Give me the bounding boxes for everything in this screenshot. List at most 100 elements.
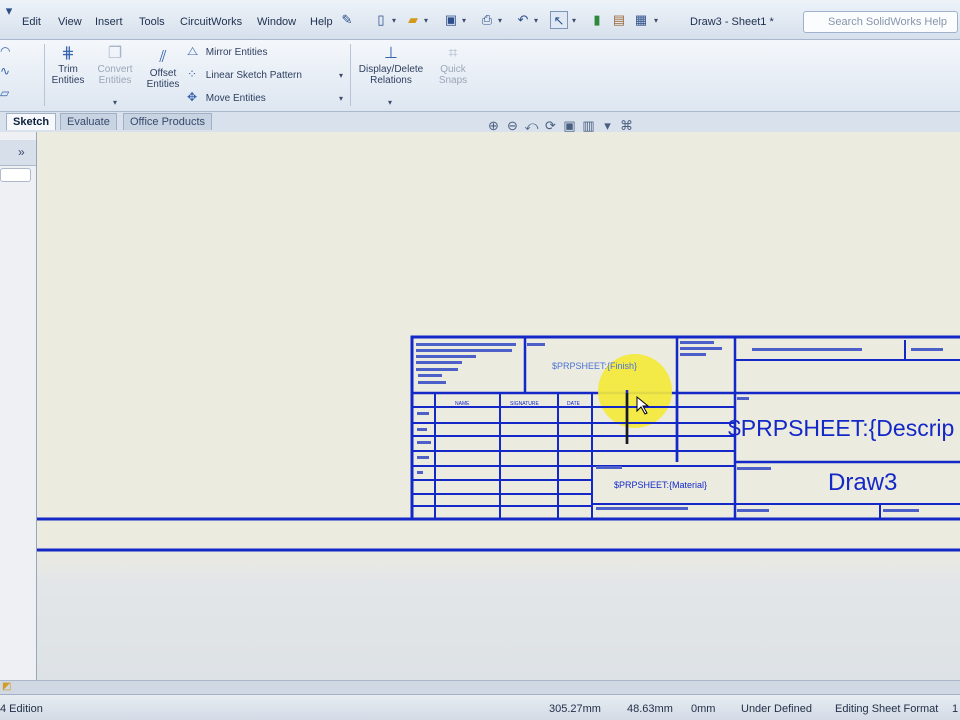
ribbon-separator (44, 44, 45, 106)
display-delete-relations-button[interactable]: ⊥ Display/Delete Relations (355, 44, 427, 86)
options-icon[interactable]: ▦ (632, 11, 650, 29)
finish-caption (527, 343, 545, 346)
expand-panel-icon[interactable]: » (18, 145, 25, 159)
print-dropdown-icon[interactable]: ▾ (498, 16, 502, 25)
save-icon[interactable]: ▣ (442, 11, 460, 29)
print-icon[interactable]: ⎙ (478, 11, 496, 29)
spline-icon[interactable]: ∿ (0, 64, 16, 78)
sheet-caption (883, 509, 919, 512)
ribbon-separator (350, 44, 351, 106)
trim-entities-button[interactable]: ⋕ Trim Entities (50, 44, 86, 86)
z-coordinate: 0mm (691, 703, 716, 715)
help-search-input[interactable]: Search SolidWorks Help (803, 11, 958, 33)
sketch-tools-icon[interactable]: ◠ (0, 44, 16, 58)
new-document-icon[interactable]: ▯ (372, 11, 390, 29)
signature-header: SIGNATURE (510, 401, 539, 407)
move-dropdown-icon[interactable]: ▾ (339, 94, 343, 103)
drawn-row-caption (417, 412, 429, 415)
menu-tools[interactable]: Tools (139, 16, 165, 28)
sheet-tab-icon[interactable]: ◩ (2, 681, 11, 692)
undo-dropdown-icon[interactable]: ▾ (534, 16, 538, 25)
command-manager: ◠ ∿ ▱ ⋕ Trim Entities ❐ Convert Entities… (0, 40, 960, 112)
menu-edit[interactable]: Edit (22, 16, 41, 28)
scale-caption (737, 509, 769, 512)
finish-field: $PRPSHEET:{Finish} (552, 361, 638, 371)
smart-dimension-icon[interactable]: ▱ (0, 86, 16, 100)
tab-sketch[interactable]: Sketch (6, 113, 57, 130)
mfg-appr-row-caption (417, 456, 429, 459)
convert-dropdown-icon[interactable]: ▾ (113, 98, 117, 107)
file-properties-icon[interactable]: ▤ (610, 11, 628, 29)
mirror-entities-label: Mirror Entities (205, 47, 268, 58)
trim-entities-label: Trim Entities (51, 64, 85, 86)
move-entities-label: Move Entities (205, 93, 266, 104)
offset-entities-label: Offset Entities (146, 68, 180, 90)
menu-window[interactable]: Window (257, 16, 296, 28)
material-caption (596, 466, 622, 469)
pin-icon[interactable]: ✎ (338, 11, 356, 29)
deburr-note-line (680, 347, 722, 350)
display-delete-relations-label: Display/Delete Relations (358, 64, 424, 86)
move-icon: ✥ (187, 90, 198, 104)
command-manager-tabs: Sketch Evaluate Office Products (0, 112, 960, 132)
menu-circuitworks[interactable]: CircuitWorks (180, 16, 242, 28)
tolerance-note-line (418, 381, 446, 384)
menu-help[interactable]: Help (310, 16, 333, 28)
pattern-dropdown-icon[interactable]: ▾ (339, 71, 343, 80)
title-caption (737, 397, 749, 400)
save-dropdown-icon[interactable]: ▾ (462, 16, 466, 25)
options-dropdown-icon[interactable]: ▾ (654, 16, 658, 25)
deburr-note-line (680, 353, 706, 356)
select-dropdown-icon[interactable]: ▾ (572, 16, 576, 25)
linear-sketch-pattern-label: Linear Sketch Pattern (205, 70, 302, 81)
tolerance-note-line (416, 368, 458, 371)
do-not-scale-note (752, 348, 862, 351)
drawing-sheet (37, 335, 960, 552)
sheet-tabs-bar: ◩ (0, 680, 960, 694)
quick-snaps-icon: ⌗ (448, 45, 458, 62)
trim-icon: ⋕ (61, 45, 75, 62)
document-title: Draw3 - Sheet1 * (690, 16, 774, 28)
rebuild-traffic-light-icon[interactable]: ▮ (588, 11, 606, 29)
status-bar: 4 Edition 305.27mm 48.63mm 0mm Under Def… (0, 694, 960, 720)
offset-icon: ⫽ (159, 49, 167, 66)
tolerance-note-line (416, 343, 516, 346)
tolerance-note-line (418, 374, 442, 377)
open-dropdown-icon[interactable]: ▾ (424, 16, 428, 25)
sketch-status: Under Defined (741, 703, 812, 715)
drawing-name-field: Draw3 (828, 469, 898, 496)
tolerance-note-line (416, 349, 512, 352)
menu-view[interactable]: View (58, 16, 82, 28)
y-coordinate: 48.63mm (627, 703, 673, 715)
dwg-no-caption (737, 467, 771, 470)
offset-entities-button[interactable]: ⫽ Offset Entities (143, 48, 183, 90)
linear-sketch-pattern-button[interactable]: ⁘ Linear Sketch Pattern (187, 67, 302, 81)
edition-label: 4 Edition (0, 703, 43, 715)
quick-snaps-button[interactable]: ⌗ Quick Snaps (434, 44, 472, 86)
eng-appr-row-caption (417, 441, 431, 444)
tolerance-note-line (416, 361, 462, 364)
tab-evaluate[interactable]: Evaluate (60, 113, 117, 130)
undo-icon[interactable]: ↶ (514, 11, 532, 29)
menu-insert[interactable]: Insert (95, 16, 123, 28)
relations-dropdown-icon[interactable]: ▾ (388, 98, 392, 107)
open-folder-icon[interactable]: ▰ (404, 11, 422, 29)
tab-office-products[interactable]: Office Products (123, 113, 212, 130)
select-pointer-icon[interactable]: ↖ (550, 11, 568, 29)
mirror-icon: ⧍ (187, 44, 199, 58)
tolerance-note-line (416, 355, 476, 358)
checked-row-caption (417, 428, 427, 431)
convert-entities-button[interactable]: ❐ Convert Entities (92, 44, 138, 86)
feature-filter-field[interactable] (0, 168, 31, 182)
qa-row-caption (417, 471, 423, 474)
linear-pattern-icon: ⁘ (187, 67, 198, 81)
quick-snaps-label: Quick Snaps (438, 64, 468, 86)
name-header: NAME (455, 401, 470, 407)
move-entities-button[interactable]: ✥ Move Entities (187, 90, 266, 104)
new-dropdown-icon[interactable]: ▾ (392, 16, 396, 25)
deburr-note-line (680, 341, 714, 344)
mirror-entities-button[interactable]: ⧍ Mirror Entities (187, 44, 267, 59)
revision-caption (911, 348, 943, 351)
material-field: $PRPSHEET:{Material} (614, 480, 708, 490)
convert-entities-label: Convert Entities (97, 64, 133, 86)
